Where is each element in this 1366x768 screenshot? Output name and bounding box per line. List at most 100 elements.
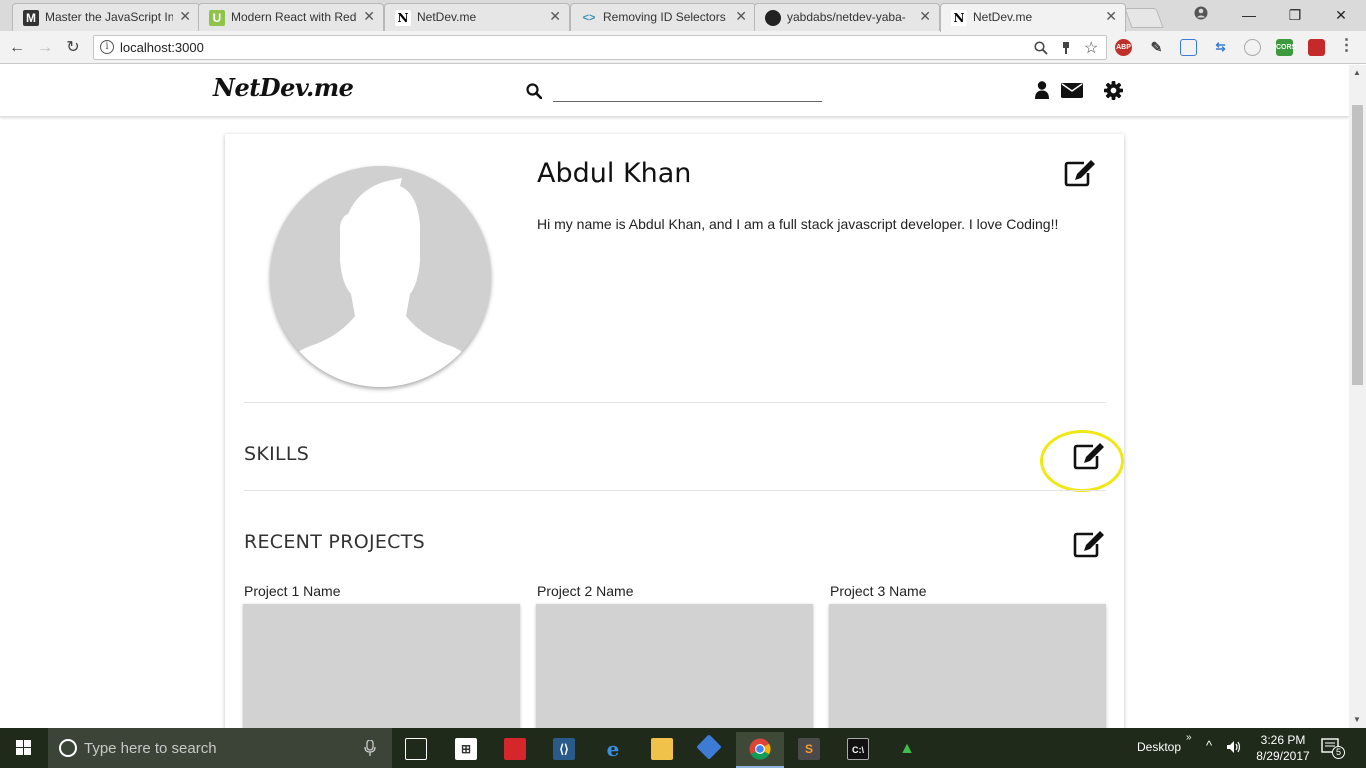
- tab-removing-id-selectors[interactable]: <> Removing ID Selectors ✕: [570, 3, 756, 31]
- udemy-icon: U: [209, 10, 225, 26]
- search-icon[interactable]: [526, 83, 544, 101]
- tab-netdev-active[interactable]: N NetDev.me ✕: [940, 3, 1126, 32]
- edit-profile-button[interactable]: [1063, 158, 1097, 188]
- minimize-button[interactable]: —: [1226, 2, 1272, 28]
- adblock-plus-label: ABP: [1116, 44, 1131, 51]
- desktop-toolbar-label[interactable]: Desktop: [1137, 740, 1181, 754]
- tab-title: Modern React with Red: [231, 10, 357, 24]
- rocket-app-icon[interactable]: ▲: [883, 732, 931, 768]
- window-close-button[interactable]: ✕: [1318, 2, 1364, 28]
- project-1-thumbnail[interactable]: [243, 604, 520, 728]
- profile-card: Abdul Khan Hi my name is Abdul Khan, and…: [225, 134, 1124, 728]
- project-3-thumbnail[interactable]: [829, 604, 1106, 728]
- netdev-icon: N: [395, 10, 411, 26]
- screen-capture-icon[interactable]: [1180, 39, 1197, 56]
- file-explorer-icon[interactable]: [638, 732, 686, 768]
- red-app-icon[interactable]: [491, 732, 539, 768]
- close-icon[interactable]: ✕: [919, 8, 931, 25]
- project-2-thumbnail[interactable]: [536, 604, 813, 728]
- cors-icon[interactable]: CORS: [1276, 39, 1297, 56]
- scroll-up-arrow[interactable]: ▲: [1353, 68, 1361, 77]
- tab-title: Removing ID Selectors: [603, 10, 726, 24]
- search-input[interactable]: [553, 101, 822, 102]
- github-icon: [765, 10, 781, 26]
- edit-projects-button[interactable]: [1072, 529, 1106, 559]
- code-icon: <>: [582, 12, 596, 24]
- windows-logo-icon: [16, 740, 31, 755]
- key-icon[interactable]: [1060, 41, 1072, 58]
- back-button[interactable]: ←: [6, 37, 28, 59]
- sublime-text-app-icon[interactable]: S: [785, 732, 833, 768]
- netdev-icon: N: [951, 10, 967, 26]
- close-icon[interactable]: ✕: [735, 8, 747, 25]
- info-icon[interactable]: i: [100, 40, 114, 54]
- cors-label: CORS: [1276, 44, 1297, 51]
- medium-icon: M: [23, 10, 39, 26]
- tab-modern-react[interactable]: U Modern React with Red ✕: [198, 3, 384, 31]
- terminal-app-icon[interactable]: C:\: [834, 732, 882, 768]
- microphone-icon[interactable]: [364, 740, 376, 756]
- cortana-icon: [59, 739, 77, 757]
- tab-title: yabdabs/netdev-yaba-: [787, 10, 906, 24]
- vscode-app-icon[interactable]: ⟨⟩: [540, 732, 588, 768]
- highlight-circle-annotation: [1040, 430, 1124, 492]
- task-view-button[interactable]: [392, 732, 440, 768]
- site-navbar: NetDev.me: [0, 65, 1349, 117]
- page-scrollbar[interactable]: ▲ ▼: [1349, 65, 1366, 728]
- adblock-plus-icon[interactable]: ABP: [1115, 39, 1132, 56]
- clock-date: 8/29/2017: [1256, 749, 1310, 763]
- extension-circle-icon[interactable]: [1244, 39, 1261, 56]
- arrows-swap-icon[interactable]: ⇆: [1212, 39, 1229, 56]
- scroll-down-arrow[interactable]: ▼: [1353, 715, 1361, 724]
- close-icon[interactable]: ✕: [1105, 8, 1117, 25]
- chrome-menu-icon[interactable]: ⋮: [1338, 38, 1355, 56]
- project-2-name: Project 2 Name: [537, 583, 634, 599]
- edit-icon: [1064, 160, 1095, 187]
- address-url[interactable]: localhost:3000: [120, 40, 204, 55]
- site-logo[interactable]: NetDev.me: [213, 73, 354, 102]
- extension-red-icon[interactable]: [1308, 39, 1325, 56]
- profile-name: Abdul Khan: [537, 158, 692, 189]
- tab-master-javascript[interactable]: M Master the JavaScript In ✕: [12, 3, 200, 31]
- sourcetree-app-icon[interactable]: [687, 732, 735, 768]
- volume-icon[interactable]: [1226, 740, 1242, 754]
- forward-button[interactable]: →: [34, 37, 56, 59]
- browser-tab-strip: M Master the JavaScript In ✕ U Modern Re…: [0, 0, 1366, 32]
- close-icon[interactable]: ✕: [363, 8, 375, 25]
- mail-icon[interactable]: [1061, 81, 1083, 101]
- system-clock[interactable]: 3:26 PM 8/29/2017: [1252, 732, 1314, 764]
- project-3-name: Project 3 Name: [830, 583, 927, 599]
- toolbar-chevron-icon[interactable]: »: [1186, 732, 1192, 743]
- section-divider: [244, 490, 1106, 491]
- profile-icon[interactable]: [1178, 2, 1224, 28]
- zoom-icon[interactable]: [1034, 41, 1048, 58]
- close-icon[interactable]: ✕: [179, 8, 191, 25]
- start-button[interactable]: [0, 728, 48, 768]
- action-center-button[interactable]: 5: [1320, 736, 1350, 762]
- edge-app-icon[interactable]: e: [589, 732, 637, 768]
- restore-button[interactable]: ❐: [1272, 2, 1318, 28]
- user-icon[interactable]: [1034, 81, 1054, 101]
- chrome-app-icon[interactable]: [736, 732, 784, 768]
- eyedropper-icon[interactable]: ✎: [1148, 39, 1165, 56]
- close-icon[interactable]: ✕: [549, 8, 561, 25]
- taskbar-search-placeholder: Type here to search: [84, 740, 217, 757]
- profile-bio: Hi my name is Abdul Khan, and I am a ful…: [537, 216, 1059, 232]
- store-app-icon[interactable]: ⊞: [442, 732, 490, 768]
- reload-button[interactable]: ↻: [62, 37, 84, 59]
- notification-count-badge: 5: [1332, 746, 1345, 759]
- edit-icon: [1073, 531, 1104, 558]
- tab-github-repo[interactable]: yabdabs/netdev-yaba- ✕: [754, 3, 940, 31]
- gear-icon[interactable]: [1104, 81, 1124, 101]
- bookmark-star-icon[interactable]: ☆: [1084, 38, 1098, 58]
- recent-projects-heading: RECENT PROJECTS: [244, 531, 425, 553]
- tab-netdev-1[interactable]: N NetDev.me ✕: [384, 3, 570, 31]
- address-bar[interactable]: i localhost:3000 ☆: [93, 35, 1107, 60]
- show-hidden-icons-button[interactable]: ^: [1206, 738, 1212, 753]
- scrollbar-thumb[interactable]: [1352, 105, 1363, 385]
- taskbar-search-box[interactable]: Type here to search: [48, 728, 392, 768]
- new-tab-button[interactable]: [1124, 8, 1164, 28]
- skills-heading: SKILLS: [244, 443, 310, 465]
- section-divider: [244, 402, 1106, 403]
- browser-toolbar: ← → ↻ i localhost:3000 ☆ ABP ✎ ⇆ CORS ⋮: [0, 31, 1366, 64]
